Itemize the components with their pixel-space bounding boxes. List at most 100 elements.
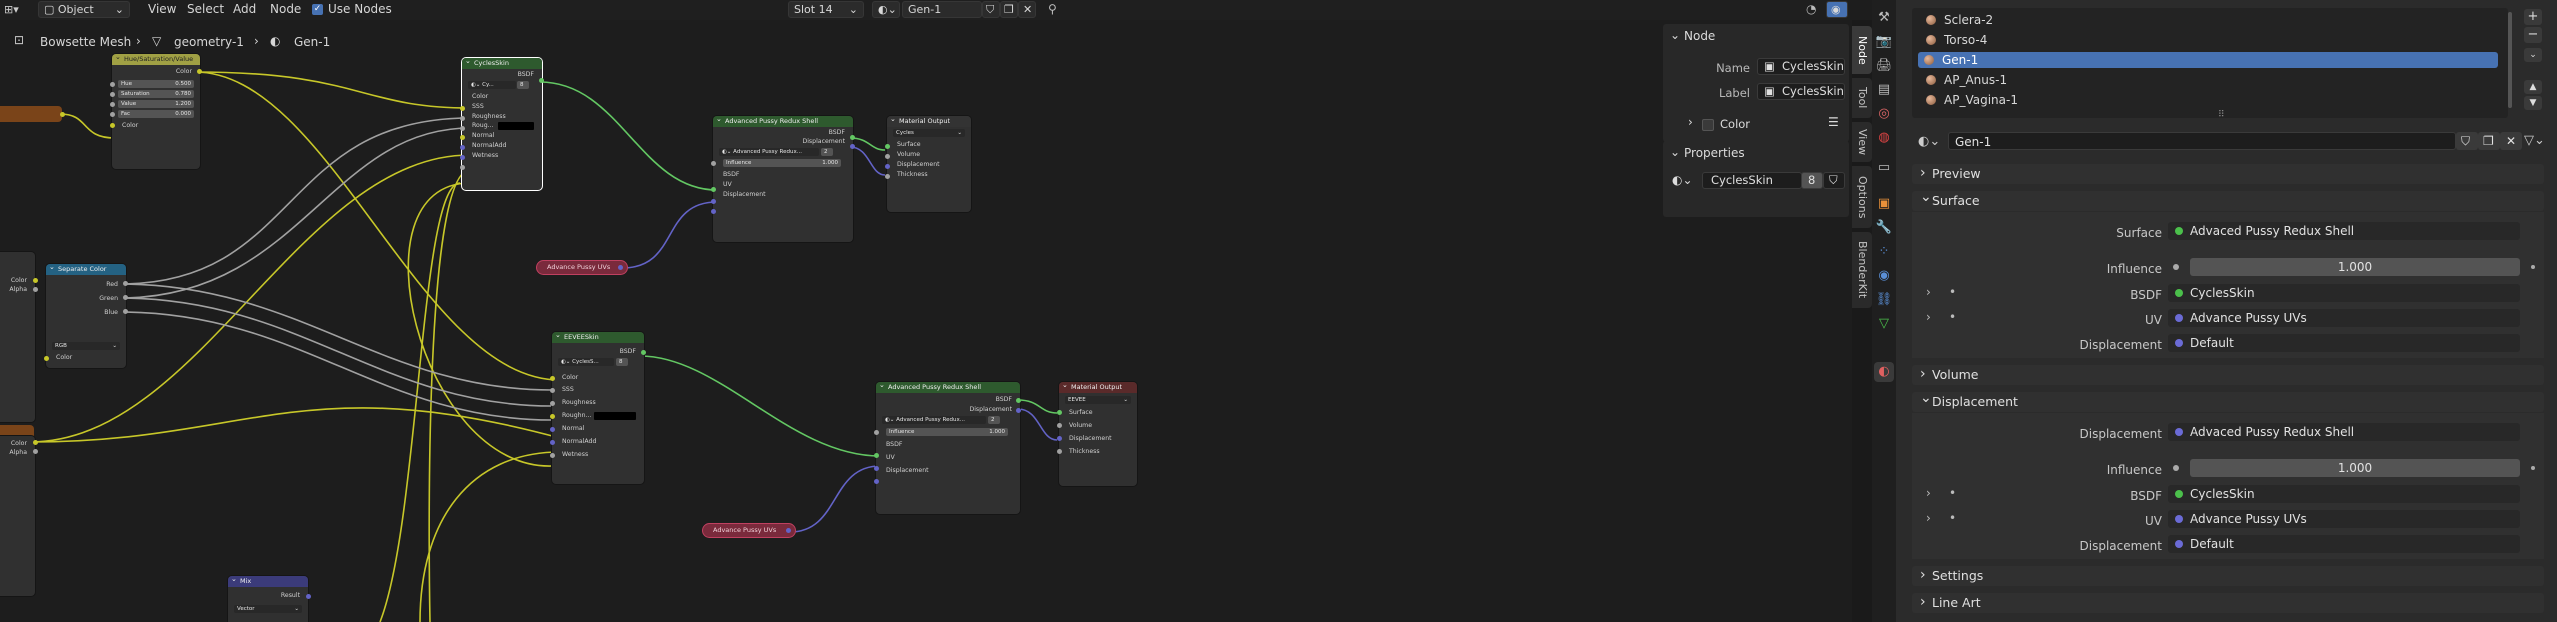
socket[interactable] — [33, 440, 38, 445]
socket[interactable] — [1057, 449, 1062, 454]
hue-field[interactable]: Hue 0.500 — [118, 80, 194, 88]
displacement-panel-header[interactable]: Displacement — [1912, 388, 2544, 412]
slot-specials-button[interactable]: ⌄ — [2524, 48, 2542, 62]
tab-options[interactable]: Options — [1852, 166, 1872, 228]
separate-color-node[interactable]: Separate Color Red Green Blue RGB⌄ Color — [46, 264, 126, 368]
socket[interactable] — [33, 278, 38, 283]
chevron-right-icon[interactable]: › — [1688, 115, 1693, 129]
list-icon[interactable]: ☰ — [1828, 115, 1839, 129]
properties-panel-title[interactable]: Properties — [1684, 146, 1745, 160]
fac-field[interactable]: Fac 0.000 — [118, 110, 194, 118]
mode-dropdown[interactable]: RGB ⌄ — [52, 342, 120, 350]
add-slot-button[interactable]: + — [2524, 9, 2542, 25]
group-selector[interactable]: ◐⌄ Cy... — [468, 81, 516, 89]
users-count[interactable]: 8 — [616, 358, 628, 366]
hue-saturation-value-node[interactable]: Hue/Saturation/Value Color Hue0.500 Satu… — [112, 54, 200, 169]
socket[interactable] — [110, 102, 115, 107]
uv-value[interactable]: Advance Pussy UVs — [2168, 309, 2520, 327]
color-checkbox[interactable] — [1702, 119, 1714, 131]
pin-icon[interactable]: ⚲ — [1048, 2, 1057, 16]
node-group-field[interactable]: CyclesSkin — [1702, 172, 1802, 189]
socket[interactable] — [550, 453, 555, 458]
socket[interactable] — [618, 265, 623, 270]
mix-node[interactable]: Mix Result Vector⌄ — [228, 576, 308, 622]
socket[interactable] — [1016, 408, 1021, 413]
socket[interactable] — [550, 401, 555, 406]
displacement-value[interactable]: Default — [2168, 334, 2520, 352]
socket[interactable] — [711, 199, 716, 204]
list-scrollbar[interactable] — [2508, 12, 2512, 108]
socket[interactable] — [460, 116, 465, 121]
socket[interactable] — [110, 92, 115, 97]
scene-tab-icon[interactable]: ◎ — [1874, 104, 1894, 124]
socket[interactable] — [460, 106, 465, 111]
data-tab-icon[interactable]: ▽ — [1874, 314, 1894, 334]
material-slot[interactable]: AP_Anus-1 — [1920, 72, 2500, 88]
fake-user-button[interactable]: ⛉ — [1823, 172, 1845, 189]
d-influence-value[interactable]: 1.000 — [2190, 459, 2520, 477]
type-dropdown[interactable]: Vector ⌄ — [234, 605, 302, 613]
socket[interactable] — [874, 479, 879, 484]
group-selector[interactable]: ◐⌄ CyclesS... — [558, 358, 614, 366]
chevron-right-icon[interactable]: › — [1926, 310, 1931, 324]
socket[interactable] — [550, 376, 555, 381]
image-node-fragment[interactable] — [0, 106, 62, 122]
mode-dropdown[interactable]: ▢ Object ⌄ — [38, 1, 130, 18]
move-down-button[interactable]: ▼ — [2524, 96, 2542, 110]
socket[interactable] — [850, 144, 855, 149]
socket[interactable] — [550, 427, 555, 432]
socket[interactable] — [711, 161, 716, 166]
socket-dot[interactable] — [2173, 465, 2179, 471]
left-node-fragment[interactable]: Color Alpha — [0, 436, 35, 596]
socket[interactable] — [874, 430, 879, 435]
socket[interactable] — [885, 144, 890, 149]
material-output-node[interactable]: Material Output Cycles⌄ Surface Volume D… — [887, 116, 971, 212]
unlink-material-button[interactable]: ✕ — [2500, 132, 2522, 150]
chevron-right-icon[interactable]: › — [1926, 285, 1931, 299]
node-name-field[interactable]: ▣ CyclesSkin — [1757, 58, 1845, 75]
value-field[interactable]: Value 1.200 — [118, 100, 194, 108]
socket[interactable] — [123, 295, 128, 300]
preview-panel-header[interactable]: Preview — [1912, 163, 2544, 184]
material-slot[interactable]: AP_Vagina-1 — [1920, 92, 2500, 108]
duplicate-material-button[interactable]: ❐ — [2478, 132, 2500, 150]
remove-slot-button[interactable]: − — [2524, 27, 2542, 43]
socket[interactable] — [641, 350, 646, 355]
socket[interactable] — [1057, 410, 1062, 415]
socket[interactable] — [539, 78, 544, 83]
constraints-tab-icon[interactable]: ⛓ — [1874, 290, 1894, 310]
node-group-icon[interactable]: ◐⌄ — [1672, 173, 1693, 187]
socket[interactable] — [885, 174, 890, 179]
socket[interactable] — [197, 69, 202, 74]
world-tab-icon[interactable]: ◍ — [1874, 128, 1894, 148]
surface-panel-header[interactable]: Surface — [1912, 187, 2544, 211]
menu-node[interactable]: Node — [270, 2, 301, 17]
node-label-field[interactable]: ▣ CyclesSkin — [1757, 83, 1845, 100]
duplicate-material-button[interactable]: ❐ — [1000, 1, 1018, 18]
uv-group-node[interactable]: Advance Pussy UVs — [703, 524, 795, 537]
color-swatch[interactable] — [594, 412, 636, 420]
unlink-material-button[interactable]: ✕ — [1018, 1, 1036, 18]
socket[interactable] — [44, 356, 49, 361]
uv-group-node[interactable]: Advance Pussy UVs — [537, 261, 627, 274]
menu-add[interactable]: Add — [233, 2, 256, 17]
group-users-count[interactable]: 8 — [1801, 172, 1823, 189]
surface-value[interactable]: Advaced Pussy Redux Shell — [2168, 222, 2520, 240]
keyframe-dot[interactable] — [2531, 265, 2535, 269]
particles-tab-icon[interactable]: ⁘ — [1874, 242, 1894, 262]
socket[interactable] — [885, 164, 890, 169]
socket[interactable] — [33, 449, 38, 454]
object-tab-icon[interactable]: ▣ — [1874, 194, 1894, 214]
active-material-field[interactable]: Gen-1 — [1948, 132, 2456, 150]
d-bsdf-value[interactable]: CyclesSkin — [2168, 485, 2520, 503]
socket[interactable] — [306, 594, 311, 599]
tab-blenderkit[interactable]: BlenderKit — [1852, 232, 1872, 308]
users-count[interactable]: 8 — [517, 81, 529, 89]
chevron-right-icon[interactable]: › — [1926, 486, 1931, 500]
material-slot[interactable]: Sclera-2 — [1920, 12, 2500, 28]
socket[interactable] — [460, 135, 465, 140]
settings-panel-header[interactable]: Settings — [1912, 565, 2544, 586]
socket[interactable] — [711, 209, 716, 214]
socket[interactable] — [874, 466, 879, 471]
socket[interactable] — [550, 440, 555, 445]
